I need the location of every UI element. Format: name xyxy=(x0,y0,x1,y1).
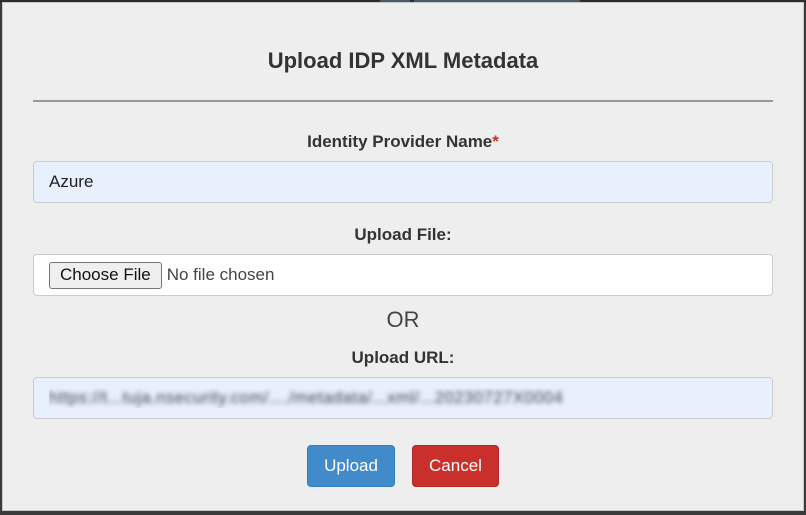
file-status-text: No file chosen xyxy=(166,265,275,284)
upload-url-label: Upload URL: xyxy=(351,348,455,367)
upload-file-label: Upload File: xyxy=(354,225,452,244)
modal-title: Upload IDP XML Metadata xyxy=(267,48,539,73)
upload-button[interactable]: Upload xyxy=(307,445,395,487)
choose-file-button[interactable]: Choose File xyxy=(49,261,162,289)
or-separator: OR xyxy=(386,307,420,332)
cancel-button[interactable]: Cancel xyxy=(412,445,499,487)
upload-file-field[interactable]: Choose File No file chosen xyxy=(33,254,773,296)
idp-name-label: Identity Provider Name* xyxy=(3,131,803,153)
required-marker: * xyxy=(492,132,499,151)
idp-name-input[interactable] xyxy=(33,161,773,203)
upload-url-input[interactable] xyxy=(33,377,773,419)
idp-name-label-text: Identity Provider Name xyxy=(307,132,493,151)
upload-idp-metadata-modal: Upload IDP XML Metadata Identity Provide… xyxy=(2,2,804,511)
title-divider xyxy=(33,100,773,102)
